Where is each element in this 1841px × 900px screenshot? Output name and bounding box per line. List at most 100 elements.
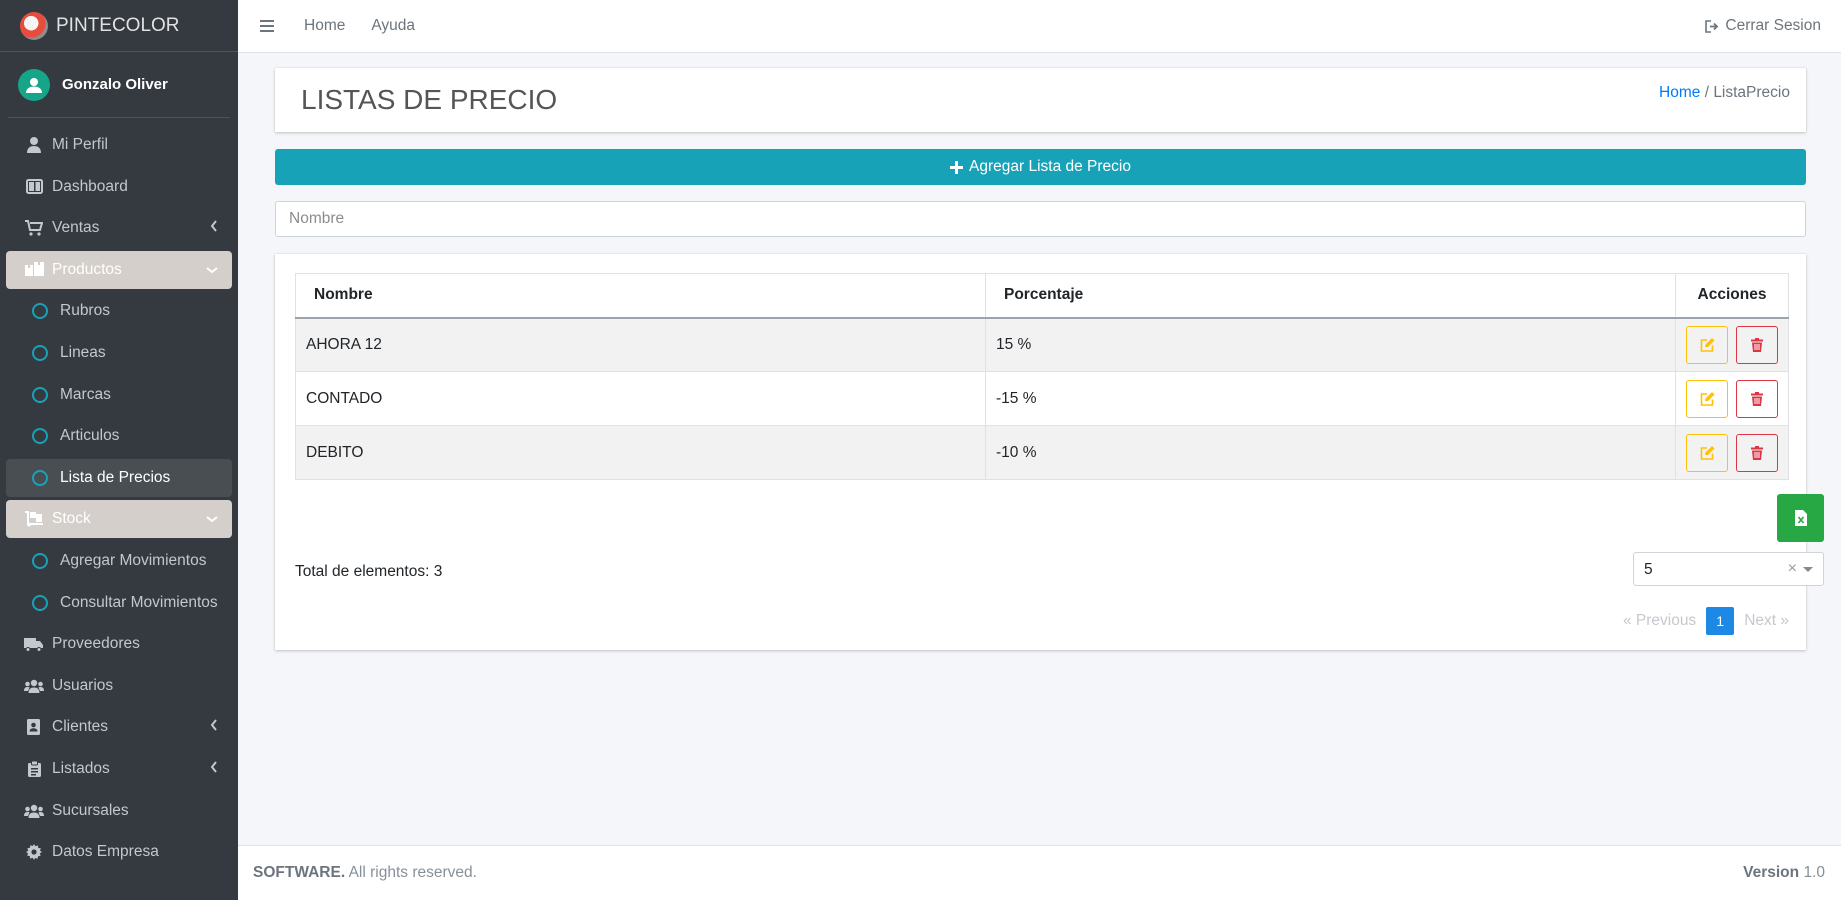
- brand-name: PINTECOLOR: [56, 14, 180, 36]
- pagination-next[interactable]: Next »: [1744, 612, 1789, 630]
- chevron-down-icon: [206, 261, 218, 279]
- sidebar-item-dashboard[interactable]: Dashboard: [6, 168, 232, 206]
- sidebar-item-clientes[interactable]: Clientes: [6, 708, 232, 746]
- delete-button[interactable]: [1736, 325, 1778, 364]
- export-excel-button[interactable]: [1777, 494, 1824, 542]
- table-row: CONTADO -15 %: [295, 371, 1789, 426]
- clipboard-icon: [24, 760, 44, 777]
- pagination-previous[interactable]: « Previous: [1623, 612, 1696, 630]
- column-header-name[interactable]: Nombre: [295, 273, 986, 319]
- sidebar-item-label: Rubros: [60, 302, 110, 320]
- sidebar-item-proveedores[interactable]: Proveedores: [6, 625, 232, 663]
- sidebar-item-articulos[interactable]: Articulos: [6, 417, 232, 455]
- user-name: Gonzalo Oliver: [62, 76, 168, 93]
- sidebar-item-datos-empresa[interactable]: Datos Empresa: [6, 833, 232, 871]
- circle-icon: [30, 344, 50, 361]
- avatar: [18, 68, 50, 101]
- top-navbar: Home Ayuda Cerrar Sesion: [238, 0, 1841, 53]
- cart-icon: [24, 220, 44, 236]
- brand[interactable]: PINTECOLOR: [0, 0, 238, 52]
- user-avatar-icon: [26, 77, 42, 93]
- sidebar-item-mi-perfil[interactable]: Mi Perfil: [6, 126, 232, 164]
- sidebar-item-label: Mi Perfil: [52, 136, 108, 153]
- logout-link[interactable]: Cerrar Sesion: [1705, 17, 1821, 35]
- sidebar-item-label: Stock: [52, 510, 91, 528]
- dropdown-caret-icon[interactable]: [1803, 567, 1813, 572]
- logout-label: Cerrar Sesion: [1725, 17, 1821, 34]
- brand-logo-icon: [20, 11, 48, 40]
- pagination-page-1[interactable]: 1: [1706, 607, 1735, 635]
- edit-button[interactable]: [1686, 325, 1728, 364]
- circle-icon: [30, 469, 50, 486]
- sidebar-item-label: Marcas: [60, 385, 111, 403]
- cell-name: CONTADO: [295, 371, 986, 426]
- add-price-list-button[interactable]: Agregar Lista de Precio: [275, 149, 1806, 185]
- sidebar-item-label: Lista de Precios: [60, 468, 171, 486]
- circle-icon: [30, 303, 50, 320]
- page-title: LISTAS DE PRECIO: [301, 84, 558, 115]
- page-footer: SOFTWARE. All rights reserved. Version 1…: [238, 845, 1841, 900]
- edit-button[interactable]: [1686, 379, 1728, 418]
- pagination: « Previous 1 Next »: [1623, 607, 1789, 635]
- add-price-list-label: Agregar Lista de Precio: [969, 158, 1131, 175]
- sidebar-item-label: Listados: [52, 759, 110, 777]
- breadcrumb-current: ListaPrecio: [1713, 84, 1790, 101]
- footer-brand: SOFTWARE.: [253, 864, 346, 881]
- sidebar-item-productos[interactable]: Productos: [6, 250, 232, 289]
- sidebar-item-usuarios[interactable]: Usuarios: [6, 667, 232, 705]
- table-header-row: Nombre Porcentaje Acciones: [295, 273, 1789, 319]
- hamburger-menu-icon[interactable]: [260, 20, 274, 32]
- users-icon: [24, 804, 44, 818]
- trash-icon: [1751, 337, 1763, 352]
- edit-button[interactable]: [1686, 433, 1728, 472]
- column-header-percent[interactable]: Porcentaje: [985, 273, 1676, 319]
- breadcrumb-home-link[interactable]: Home: [1659, 84, 1700, 101]
- sidebar-item-consultar-movimientos[interactable]: Consultar Movimientos: [6, 584, 232, 622]
- nav-help-link[interactable]: Ayuda: [371, 17, 415, 35]
- sidebar-item-label: Dashboard: [52, 177, 128, 195]
- user-panel[interactable]: Gonzalo Oliver: [8, 52, 230, 118]
- table-row: AHORA 12 15 %: [295, 317, 1789, 372]
- edit-icon: [1700, 445, 1714, 460]
- dolly-icon: [24, 511, 44, 527]
- circle-icon: [30, 552, 50, 569]
- sidebar-item-agregar-movimientos[interactable]: Agregar Movimientos: [6, 542, 232, 580]
- circle-icon: [30, 428, 50, 445]
- plus-icon: [950, 160, 963, 174]
- boxes-icon: [24, 262, 44, 277]
- chevron-left-icon: [210, 718, 218, 736]
- file-excel-icon: [1794, 510, 1807, 526]
- sidebar-item-label: Productos: [52, 260, 122, 278]
- name-search-input[interactable]: [275, 201, 1806, 237]
- trash-icon: [1751, 445, 1763, 460]
- sidebar-item-rubros[interactable]: Rubros: [6, 292, 232, 330]
- delete-button[interactable]: [1736, 379, 1778, 418]
- truck-icon: [24, 637, 44, 652]
- sidebar-item-marcas[interactable]: Marcas: [6, 376, 232, 414]
- sidebar-item-label: Agregar Movimientos: [60, 551, 207, 569]
- page-size-select[interactable]: 5 ×: [1633, 552, 1824, 586]
- clear-icon[interactable]: ×: [1788, 560, 1797, 578]
- sidebar-item-sucursales[interactable]: Sucursales: [6, 792, 232, 830]
- delete-button[interactable]: [1736, 433, 1778, 472]
- sidebar-item-label: Consultar Movimientos: [60, 593, 218, 611]
- nav-home-link[interactable]: Home: [304, 17, 345, 35]
- circle-icon: [30, 594, 50, 611]
- sidebar-item-ventas[interactable]: Ventas: [6, 209, 232, 247]
- cell-actions: [1675, 317, 1789, 372]
- sidebar-item-lista-de-precios[interactable]: Lista de Precios: [6, 458, 232, 497]
- sidebar-item-label: Proveedores: [52, 635, 140, 653]
- sidebar-item-label: Sucursales: [52, 801, 129, 819]
- trash-icon: [1751, 391, 1763, 406]
- footer-version-label: Version: [1743, 864, 1800, 881]
- total-elements: Total de elementos: 3: [295, 563, 443, 580]
- sidebar-item-listados[interactable]: Listados: [6, 750, 232, 788]
- sidebar-item-stock[interactable]: Stock: [6, 500, 232, 539]
- column-header-actions: Acciones: [1675, 273, 1789, 319]
- sidebar-item-label: Datos Empresa: [52, 843, 159, 861]
- sidebar-item-lineas[interactable]: Lineas: [6, 334, 232, 372]
- footer-version-number: 1.0: [1803, 864, 1825, 881]
- users-icon: [24, 679, 44, 693]
- cell-actions: [1675, 371, 1789, 426]
- footer-version: Version 1.0: [1743, 864, 1825, 882]
